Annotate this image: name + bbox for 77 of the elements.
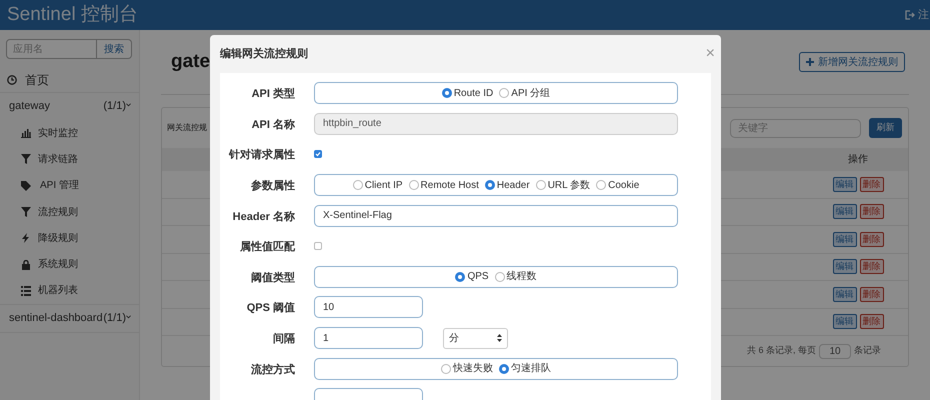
edit-button[interactable]: 编辑 (832, 314, 856, 330)
radio-option[interactable]: Header (484, 178, 530, 193)
field-label: Header 名称 (232, 210, 295, 223)
radio-option[interactable]: Remote Host (408, 178, 479, 193)
nav-item[interactable]: 实时监控 (0, 120, 139, 146)
radio-option[interactable]: QPS (455, 269, 489, 284)
delete-button[interactable]: 删除 (860, 204, 884, 220)
unit-select[interactable]: 分 (443, 328, 508, 349)
field-label: 参数属性 (251, 180, 295, 192)
home-item[interactable]: 首页 (0, 67, 139, 93)
number-input[interactable]: 10 (314, 296, 423, 318)
delete-button[interactable]: 删除 (860, 176, 884, 192)
nav-item[interactable]: 降级规则 (0, 225, 139, 252)
field-label: API 名称 (252, 118, 295, 131)
refresh-button[interactable]: 刷新 (869, 118, 902, 138)
edit-button[interactable]: 编辑 (832, 286, 856, 302)
edit-button[interactable]: 编辑 (832, 232, 856, 247)
field-label: 属性值匹配 (240, 241, 295, 254)
records-label: 条记录 (854, 344, 881, 358)
page-size-field[interactable]: 10 (819, 344, 851, 358)
delete-button[interactable]: 删除 (860, 314, 884, 330)
number-input[interactable]: 1 (314, 327, 423, 350)
app-item[interactable]: gateway (1/1) (0, 93, 139, 120)
add-rule-button[interactable]: 新增网关流控规则 (799, 52, 905, 72)
nav-item[interactable]: 系统规则 (0, 251, 139, 278)
app-item[interactable]: sentinel-dashboard(1/1) (0, 305, 139, 332)
logout-icon (905, 10, 915, 20)
edit-button[interactable]: 编辑 (832, 176, 856, 192)
search-button[interactable]: 搜索 (97, 39, 132, 59)
delete-button[interactable]: 删除 (860, 286, 884, 302)
page-title: gate (171, 50, 210, 74)
panel-caption: 网关流控规 (167, 122, 207, 134)
edit-button[interactable]: 编辑 (832, 204, 856, 220)
nav-item[interactable]: 机器列表 (0, 278, 139, 304)
radio-option[interactable]: 线程数 (494, 269, 537, 284)
radio-option[interactable]: API 分组 (499, 86, 550, 101)
chevron-down-icon (126, 102, 131, 106)
tag-icon (21, 180, 33, 191)
field-label: 针对请求属性 (229, 149, 295, 162)
nav-item[interactable]: 流控规则 (0, 198, 139, 226)
radio-option[interactable]: Client IP (352, 178, 403, 193)
logout-link[interactable]: 注 (905, 6, 930, 24)
close-button[interactable]: × (706, 46, 715, 62)
delete-button[interactable]: 删除 (860, 259, 884, 274)
text-input[interactable]: X-Sentinel-Flag (314, 204, 678, 227)
app-title: Sentinel 控制台 (7, 2, 138, 27)
field-label: API 类型 (252, 88, 295, 100)
nav-item[interactable]: 请求链路 (0, 146, 139, 173)
clock-icon (7, 74, 17, 84)
edit-button[interactable]: 编辑 (832, 259, 856, 274)
lock-icon (21, 260, 31, 270)
nav-item[interactable]: API 管理 (0, 172, 139, 199)
field-label: 流控方式 (251, 364, 295, 376)
record-count-text: 共 6 条记录, 每页 (746, 344, 816, 358)
radio-option[interactable]: 匀速排队 (499, 361, 551, 376)
field-label: QPS 阈值 (246, 302, 295, 314)
radio-option[interactable]: URL 参数 (536, 178, 590, 193)
checkbox[interactable] (314, 242, 322, 250)
dialog-title: 编辑网关流控规则 (220, 46, 308, 62)
list-icon (21, 286, 31, 296)
plus-icon (806, 58, 814, 66)
radio-option[interactable]: Cookie (596, 178, 640, 193)
chevron-down-icon (126, 314, 131, 319)
filter-icon (21, 154, 31, 164)
checkbox[interactable] (314, 150, 322, 158)
app-search-field[interactable]: 应用名 (6, 39, 97, 59)
bolt-icon (21, 233, 31, 244)
column-header: 操作 (847, 153, 869, 167)
bar-chart-icon (21, 128, 31, 138)
keyword-field[interactable]: 关键字 (730, 118, 861, 138)
up-down-arrows-icon (497, 334, 502, 342)
field-label: 阈值类型 (251, 272, 295, 284)
delete-button[interactable]: 删除 (860, 232, 884, 247)
radio-option[interactable]: Route ID (442, 86, 494, 101)
filter-icon (21, 207, 31, 218)
radio-option[interactable]: 快速失败 (441, 361, 493, 376)
field-label: 间隔 (273, 333, 295, 346)
